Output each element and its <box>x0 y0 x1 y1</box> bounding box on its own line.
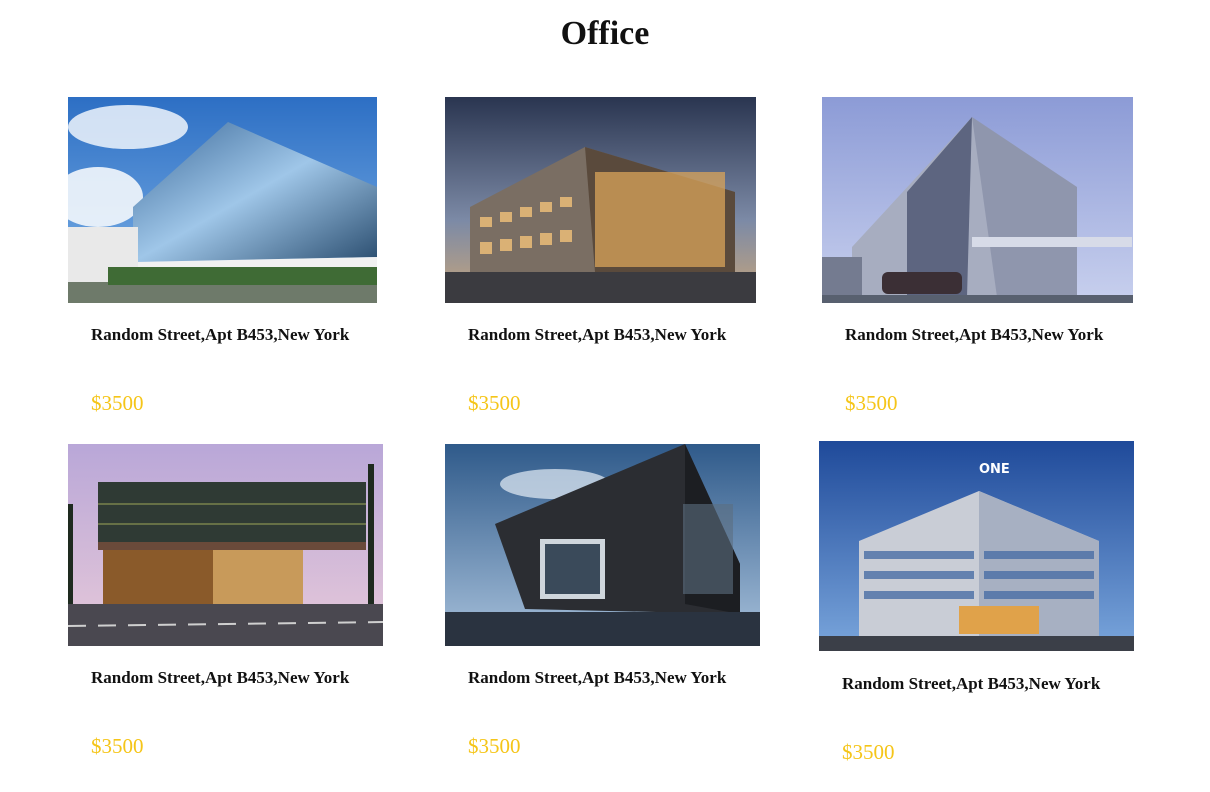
office-building-image[interactable] <box>445 444 760 646</box>
listing-price: $3500 <box>468 734 521 758</box>
listing-address: Random Street,Apt B453,New York <box>91 325 350 344</box>
listing-address: Random Street,Apt B453,New York <box>845 325 1104 344</box>
listing-card[interactable]: Random Street,Apt B453,New York $3500 <box>445 444 761 764</box>
listing-price: $3500 <box>468 391 521 415</box>
listing-card[interactable]: Random Street,Apt B453,New York $3500 <box>822 97 1134 427</box>
listing-address: Random Street,Apt B453,New York <box>842 674 1101 693</box>
listing-price: $3500 <box>91 734 144 758</box>
listing-card[interactable]: Random Street,Apt B453,New York $3500 <box>445 97 757 427</box>
listing-card[interactable]: Random Street,Apt B453,New York $3500 <box>68 97 378 427</box>
office-building-image[interactable] <box>68 97 377 303</box>
listing-address: Random Street,Apt B453,New York <box>91 668 350 687</box>
page-title: Office <box>560 15 650 52</box>
office-building-image[interactable] <box>68 444 383 646</box>
office-building-image[interactable] <box>822 97 1133 303</box>
listing-price: $3500 <box>91 391 144 415</box>
office-building-image[interactable] <box>445 97 756 303</box>
listing-address: Random Street,Apt B453,New York <box>468 668 727 687</box>
listing-card[interactable]: ONE Random Street,Apt B453,New York $350… <box>819 441 1135 771</box>
listing-card[interactable]: Random Street,Apt B453,New York $3500 <box>68 444 384 764</box>
office-building-image[interactable]: ONE <box>819 441 1134 651</box>
listing-address: Random Street,Apt B453,New York <box>468 325 727 344</box>
listing-price: $3500 <box>842 740 895 764</box>
listing-price: $3500 <box>845 391 898 415</box>
svg-text:ONE: ONE <box>979 462 1010 477</box>
